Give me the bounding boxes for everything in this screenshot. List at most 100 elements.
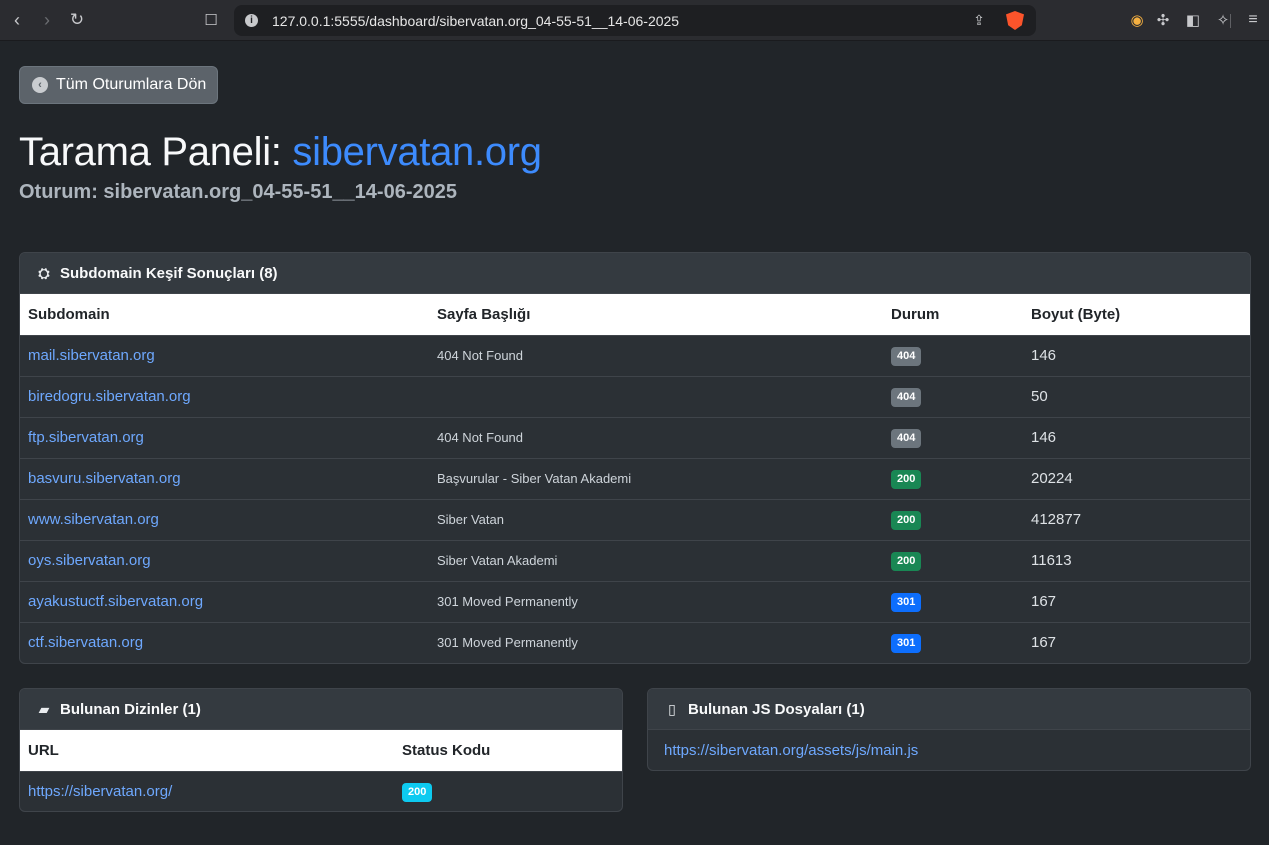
subdomain-link[interactable]: oys.sibervatan.org [28,552,151,569]
back-nav-icon[interactable]: ‹ [6,9,28,31]
table-row: mail.sibervatan.org 404 Not Found 404 146 [20,334,1250,376]
col-status: Durum [891,305,940,323]
status-badge: 404 [891,428,922,448]
subdomain-cell: biredogru.sibervatan.org [20,375,429,417]
size-cell: 50 [1023,375,1250,417]
js-files-card-title: Bulunan JS Dosyaları (1) [688,700,865,718]
subdomain-link[interactable]: ayakustuctf.sibervatan.org [28,593,203,610]
url-cell: https://sibervatan.org/ [20,770,394,811]
brave-shields-icon[interactable] [1006,11,1024,30]
bookmark-icon[interactable]: ☐ [200,9,222,31]
status-cell: 200 [883,539,1023,581]
status-cell: 200 [883,457,1023,499]
table-row: basvuru.sibervatan.org Başvurular - Siber… [20,457,1250,499]
subdomain-cell: ctf.sibervatan.org [20,621,429,663]
page-title: Tarama Paneli: sibervatan.org [19,130,542,175]
subdomain-link[interactable]: ftp.sibervatan.org [28,429,144,446]
leo-ai-icon[interactable]: ✧ [1212,9,1234,31]
subdomain-link[interactable]: mail.sibervatan.org [28,347,155,364]
back-button-label: Tüm Oturumlara Dön [56,76,207,93]
status-cell: 301 [883,580,1023,622]
sidebar-icon[interactable]: ◧ [1182,9,1204,31]
status-badge: 200 [891,510,922,530]
share-icon[interactable]: ⇪ [968,9,990,31]
table-row: biredogru.sibervatan.org 404 50 [20,375,1250,417]
size-cell: 11613 [1023,539,1250,581]
page-title-cell: Başvurular - Siber Vatan Akademi [429,457,883,499]
subdomain-card-title: Subdomain Keşif Sonuçları (8) [60,264,278,282]
js-file-link[interactable]: https://sibervatan.org/assets/js/main.js [664,742,918,759]
col-size: Boyut (Byte) [1031,305,1121,323]
directories-table-header-row: URL Status Kodu [20,730,622,771]
subdomain-link[interactable]: basvuru.sibervatan.org [28,470,181,487]
back-to-sessions-button[interactable]: ‹ Tüm Oturumlara Dön [19,66,218,104]
status-badge: 200 [891,551,922,571]
table-row: www.sibervatan.org Siber Vatan 200 412877 [20,498,1250,540]
col-url: URL [28,741,59,759]
reload-icon[interactable]: ↻ [66,9,88,31]
menu-icon[interactable]: ≡ [1242,9,1264,31]
directories-card: ▰ Bulunan Dizinler (1) URL Status Kodu h… [19,688,623,812]
subdomain-cell: ayakustuctf.sibervatan.org [20,580,429,622]
directories-table-body: https://sibervatan.org/200 [20,770,622,811]
table-row: ayakustuctf.sibervatan.org 301 Moved Perm… [20,580,1250,622]
js-files-list: https://sibervatan.org/assets/js/main.js [648,730,1250,770]
subdomain-link[interactable]: biredogru.sibervatan.org [28,388,191,405]
folder-icon: ▰ [38,700,50,717]
subdomain-table-header-row: Subdomain Sayfa Başlığı Durum Boyut (Byt… [20,294,1250,335]
subdomain-results-card: ⛭ Subdomain Keşif Sonuçları (8) Subdomai… [19,252,1251,664]
size-cell: 167 [1023,621,1250,663]
js-files-card: ▯ Bulunan JS Dosyaları (1) https://siber… [647,688,1251,771]
col-subdomain: Subdomain [28,305,110,323]
subdomain-cell: ftp.sibervatan.org [20,416,429,458]
size-cell: 146 [1023,334,1250,376]
status-badge: 404 [891,387,922,407]
size-cell: 167 [1023,580,1250,622]
subdomain-link[interactable]: www.sibervatan.org [28,511,159,528]
page-title-cell [429,375,883,417]
subdomain-link[interactable]: ctf.sibervatan.org [28,634,143,651]
table-row: https://sibervatan.org/200 [20,770,622,811]
rewards-icon[interactable]: ◉ [1126,9,1148,31]
address-url: 127.0.0.1:5555/dashboard/sibervatan.org_… [272,13,680,29]
directories-table: URL Status Kodu https://sibervatan.org/2… [20,730,622,811]
session-subtitle: Oturum: sibervatan.org_04-55-51__14-06-2… [19,181,457,203]
directories-card-header: ▰ Bulunan Dizinler (1) [20,689,622,730]
js-files-card-header: ▯ Bulunan JS Dosyaları (1) [648,689,1250,730]
status-badge: 200 [891,469,922,489]
page-title-cell: 301 Moved Permanently [429,580,883,622]
page-title-cell: Siber Vatan Akademi [429,539,883,581]
size-cell: 20224 [1023,457,1250,499]
page-title-cell: 301 Moved Permanently [429,621,883,663]
subdomain-cell: basvuru.sibervatan.org [20,457,429,499]
status-badge: 301 [891,633,922,653]
site-info-icon[interactable]: i [245,14,258,27]
col-page-title: Sayfa Başlığı [437,305,531,323]
page-title-cell: 404 Not Found [429,416,883,458]
directory-link[interactable]: https://sibervatan.org/ [28,783,172,800]
status-cell: 404 [883,334,1023,376]
status-cell: 301 [883,621,1023,663]
forward-nav-icon[interactable]: › [36,9,58,31]
address-bar[interactable]: i 127.0.0.1:5555/dashboard/sibervatan.or… [234,5,1231,36]
status-cell: 404 [883,416,1023,458]
status-badge: 301 [891,592,922,612]
browser-toolbar: ‹ › ↻ ☐ i 127.0.0.1:5555/dashboard/siber… [0,0,1269,41]
col-status-code: Status Kodu [402,741,491,759]
status-cell: 200 [883,498,1023,540]
page-title-cell: Siber Vatan [429,498,883,540]
status-badge: 200 [402,782,433,802]
page-title-domain: sibervatan.org [292,130,542,174]
table-row: oys.sibervatan.org Siber Vatan Akademi 200… [20,539,1250,581]
status-code-cell: 200 [394,770,622,811]
subdomain-table: Subdomain Sayfa Başlığı Durum Boyut (Byt… [20,294,1250,663]
status-badge: 404 [891,346,922,366]
subdomain-table-body: mail.sibervatan.org 404 Not Found 404 146 bi… [20,334,1250,663]
size-cell: 146 [1023,416,1250,458]
extensions-icon[interactable]: ✣ [1152,9,1174,31]
subdomain-cell: oys.sibervatan.org [20,539,429,581]
subdomain-card-header: ⛭ Subdomain Keşif Sonuçları (8) [20,253,1250,294]
page-title-cell: 404 Not Found [429,334,883,376]
list-item: https://sibervatan.org/assets/js/main.js [648,730,1250,770]
file-code-icon: ▯ [668,700,676,717]
